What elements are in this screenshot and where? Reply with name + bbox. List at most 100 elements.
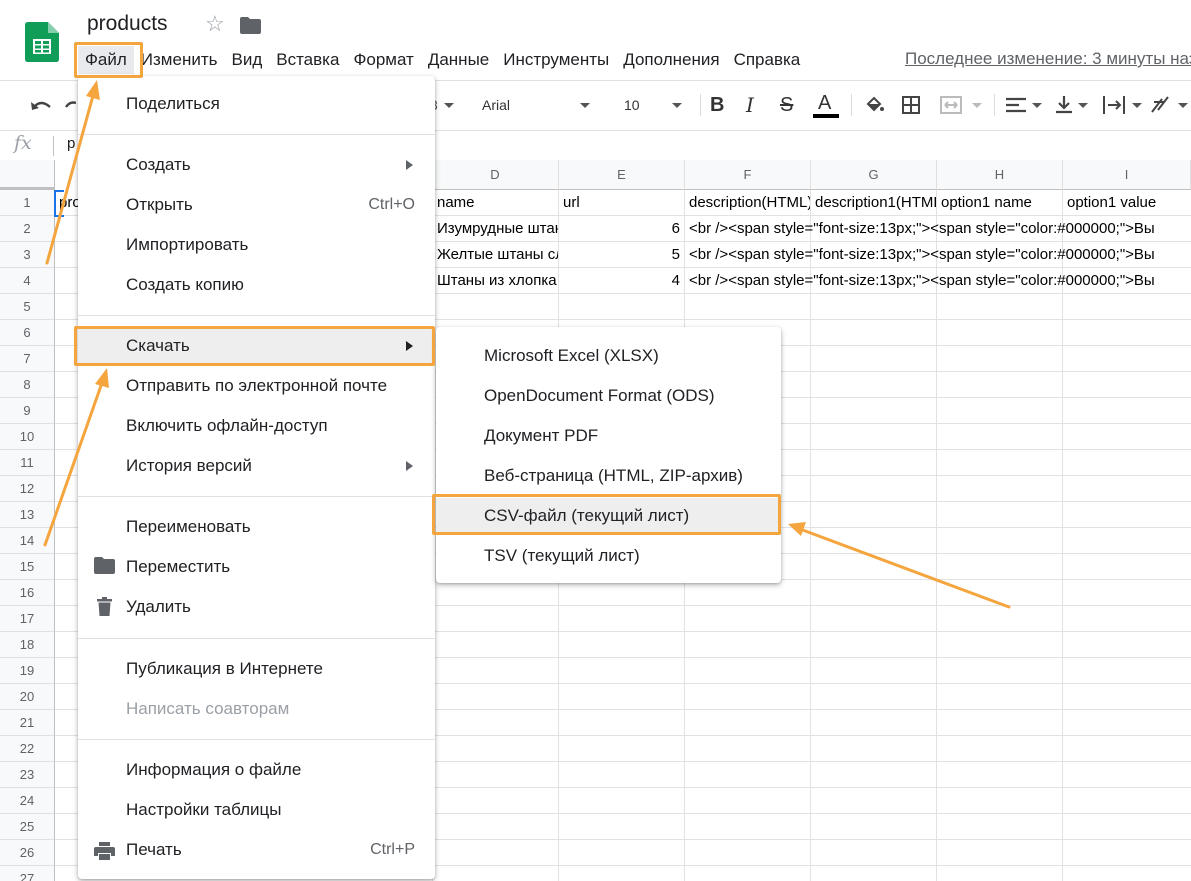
folder-move-icon[interactable] — [240, 17, 261, 39]
cell-f2[interactable]: <br /><span style="font-size:13px;"><spa… — [685, 216, 1191, 242]
menu-file[interactable]: Файл — [78, 46, 134, 74]
cell-d4[interactable]: Штаны из хлопка — [433, 268, 558, 294]
download-csv[interactable]: CSV-файл (текущий лист) — [436, 498, 781, 534]
menu-item-print[interactable]: Печать Ctrl+P — [78, 832, 435, 868]
menu-addons[interactable]: Дополнения — [616, 46, 726, 74]
cell-f4[interactable]: <br /><span style="font-size:13px;"><spa… — [685, 268, 1191, 294]
menu-view[interactable]: Вид — [224, 46, 269, 74]
download-pdf[interactable]: Документ PDF — [436, 418, 781, 454]
menu-item-email[interactable]: Отправить по электронной почте — [78, 368, 435, 404]
cell-g1[interactable]: description1(HTML) — [811, 190, 936, 216]
horizontal-align-icon[interactable] — [1006, 86, 1042, 124]
row-header-26[interactable]: 26 — [0, 840, 55, 866]
row-header-16[interactable]: 16 — [0, 580, 55, 606]
fill-color-icon[interactable] — [864, 86, 884, 124]
row-header-10[interactable]: 10 — [0, 424, 55, 450]
cell-f1[interactable]: description(HTML) — [685, 190, 810, 216]
cell-e4[interactable]: 4 — [559, 268, 684, 294]
star-icon[interactable]: ☆ — [205, 13, 225, 35]
document-title[interactable]: products — [87, 12, 168, 36]
column-header-e[interactable]: E — [559, 160, 685, 190]
merge-cells-icon[interactable] — [940, 86, 982, 124]
row-header-22[interactable]: 22 — [0, 736, 55, 762]
row-header-4[interactable]: 4 — [0, 268, 55, 294]
column-header-i[interactable]: I — [1063, 160, 1191, 190]
row-header-12[interactable]: 12 — [0, 476, 55, 502]
strikethrough-icon[interactable]: S — [780, 86, 793, 124]
font-size-select[interactable]: 10 — [624, 86, 682, 124]
text-wrap-icon[interactable] — [1102, 86, 1142, 124]
row-header-24[interactable]: 24 — [0, 788, 55, 814]
row-header-25[interactable]: 25 — [0, 814, 55, 840]
row-header-23[interactable]: 23 — [0, 762, 55, 788]
row-header-5[interactable]: 5 — [0, 294, 55, 320]
menu-insert[interactable]: Вставка — [269, 46, 346, 74]
font-family-select[interactable]: Arial — [482, 86, 591, 124]
menu-item-rename[interactable]: Переименовать — [78, 509, 435, 545]
column-header-f[interactable]: F — [685, 160, 811, 190]
column-header-h[interactable]: H — [937, 160, 1063, 190]
download-html[interactable]: Веб-страница (HTML, ZIP-архив) — [436, 458, 781, 494]
menu-item-share[interactable]: Поделиться — [78, 86, 435, 122]
undo-icon[interactable] — [30, 86, 52, 124]
menu-item-offline[interactable]: Включить офлайн-доступ — [78, 408, 435, 444]
menu-data[interactable]: Данные — [421, 46, 496, 74]
row-header-8[interactable]: 8 — [0, 372, 55, 398]
cell-d3[interactable]: Желтые штаны сл — [433, 242, 558, 268]
cell-d2[interactable]: Изумрудные штаны — [433, 216, 558, 242]
menu-item-move[interactable]: Переместить — [78, 549, 435, 585]
cell-e1[interactable]: url — [559, 190, 684, 216]
text-color-icon[interactable]: A — [813, 86, 839, 124]
row-header-19[interactable]: 19 — [0, 658, 55, 684]
row-header-9[interactable]: 9 — [0, 398, 55, 424]
last-edit-link[interactable]: Последнее изменение: 3 минуты назад — [905, 49, 1191, 69]
formula-input[interactable]: p — [67, 135, 75, 152]
download-xlsx[interactable]: Microsoft Excel (XLSX) — [436, 338, 781, 374]
bold-icon[interactable]: B — [710, 86, 724, 124]
menu-help[interactable]: Справка — [727, 46, 808, 74]
row-header-11[interactable]: 11 — [0, 450, 55, 476]
redo-icon[interactable] — [64, 86, 76, 124]
column-header-d[interactable]: D — [432, 160, 559, 190]
row-header-18[interactable]: 18 — [0, 632, 55, 658]
menu-item-file-info[interactable]: Информация о файле — [78, 752, 435, 788]
row-header-13[interactable]: 13 — [0, 502, 55, 528]
menu-edit[interactable]: Изменить — [134, 46, 225, 74]
menu-item-import[interactable]: Импортировать — [78, 227, 435, 263]
cell-d1[interactable]: name — [433, 190, 558, 216]
row-header-2[interactable]: 2 — [0, 216, 55, 242]
download-tsv[interactable]: TSV (текущий лист) — [436, 538, 781, 574]
menu-item-delete[interactable]: Удалить — [78, 589, 435, 625]
cell-a1[interactable]: pro — [55, 190, 79, 216]
row-header-14[interactable]: 14 — [0, 528, 55, 554]
row-header-7[interactable]: 7 — [0, 346, 55, 372]
cell-h1[interactable]: option1 name — [937, 190, 1062, 216]
menu-item-publish[interactable]: Публикация в Интернете — [78, 651, 435, 687]
row-header-21[interactable]: 21 — [0, 710, 55, 736]
menu-item-create[interactable]: Создать — [78, 147, 435, 183]
row-header-3[interactable]: 3 — [0, 242, 55, 268]
menu-item-spreadsheet-settings[interactable]: Настройки таблицы — [78, 792, 435, 828]
cell-i1[interactable]: option1 value — [1063, 190, 1191, 216]
text-rotation-icon[interactable] — [1150, 86, 1188, 124]
vertical-align-icon[interactable] — [1056, 86, 1088, 124]
row-header-17[interactable]: 17 — [0, 606, 55, 632]
row-header-27[interactable]: 27 — [0, 866, 55, 881]
column-header-g[interactable]: G — [811, 160, 937, 190]
cell-f3[interactable]: <br /><span style="font-size:13px;"><spa… — [685, 242, 1191, 268]
row-header-6[interactable]: 6 — [0, 320, 55, 346]
italic-icon[interactable]: I — [746, 86, 754, 124]
menu-item-download[interactable]: Скачать — [78, 328, 435, 364]
menu-item-version-history[interactable]: История версий — [78, 448, 435, 484]
cell-e3[interactable]: 5 — [559, 242, 684, 268]
row-header-20[interactable]: 20 — [0, 684, 55, 710]
borders-icon[interactable] — [901, 86, 921, 124]
select-all-corner[interactable] — [0, 160, 55, 190]
download-ods[interactable]: OpenDocument Format (ODS) — [436, 378, 781, 414]
row-header-1[interactable]: 1 — [0, 190, 55, 216]
cell-e2[interactable]: 6 — [559, 216, 684, 242]
menu-tools[interactable]: Инструменты — [496, 46, 616, 74]
menu-item-open[interactable]: Открыть Ctrl+O — [78, 187, 435, 223]
google-sheets-logo-icon[interactable] — [25, 22, 59, 62]
row-header-15[interactable]: 15 — [0, 554, 55, 580]
